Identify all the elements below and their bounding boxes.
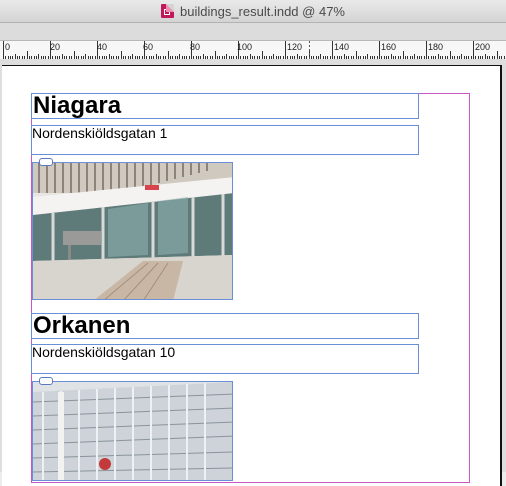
text-frame-heading[interactable]: Niagara	[31, 93, 419, 119]
ruler-label: 0	[5, 42, 11, 52]
text-frame-heading[interactable]: Orkanen	[31, 313, 419, 339]
text-frame-address[interactable]: Nordenskiöldsgatan 10	[31, 344, 419, 374]
window-titlebar: buildings_result.indd @ 47%	[0, 0, 506, 23]
building-photo-graphic	[33, 163, 232, 299]
ruler-label: 120	[287, 42, 303, 52]
building-photo-graphic	[33, 382, 232, 480]
ruler-label: 40	[97, 42, 108, 52]
ruler-label: 140	[334, 42, 350, 52]
ruler-label: 200	[475, 42, 491, 52]
ruler-label: 160	[381, 42, 397, 52]
link-icon[interactable]	[39, 158, 53, 166]
ruler-label: 20	[50, 42, 61, 52]
ruler-label: 80	[190, 42, 201, 52]
niagara-building-photo[interactable]	[32, 162, 233, 300]
text-frame-address[interactable]: Nordenskiöldsgatan 1	[31, 125, 419, 155]
indesign-document-icon	[161, 4, 175, 18]
horizontal-ruler[interactable]: 0 20 40 60 80 100 120 140 160 180 200	[0, 40, 506, 60]
orkanen-building-photo[interactable]	[32, 381, 233, 481]
toolbar-strip	[0, 23, 506, 40]
link-icon[interactable]	[39, 377, 53, 385]
window-title: buildings_result.indd @ 47%	[180, 3, 345, 19]
ruler-label: 100	[237, 42, 253, 52]
ruler-label: 180	[428, 42, 444, 52]
ruler-label: 60	[143, 42, 154, 52]
